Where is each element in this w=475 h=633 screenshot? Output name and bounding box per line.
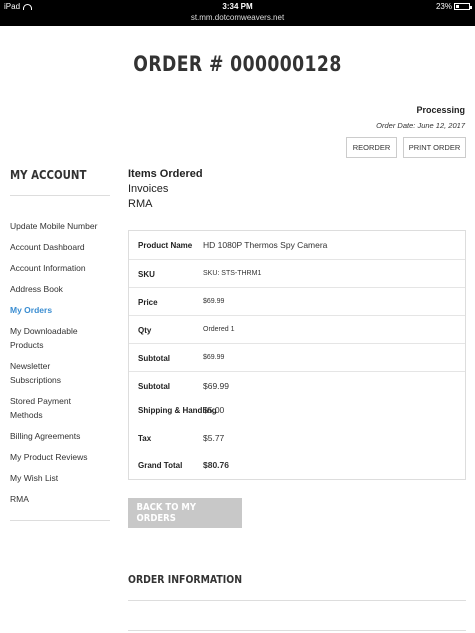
battery-fill <box>456 5 459 8</box>
table-row: Price $69.99 <box>129 288 465 316</box>
price-value: $69.99 <box>203 298 225 305</box>
grand-total-value: $80.76 <box>203 460 229 470</box>
tab-rma[interactable]: RMA <box>128 197 203 212</box>
table-row: Subtotal $69.99 <box>129 344 465 372</box>
sidebar-item-account-dashboard[interactable]: Account Dashboard <box>10 240 120 254</box>
grand-total-label: Grand Total <box>138 461 183 470</box>
sidebar-divider <box>10 195 110 196</box>
back-to-my-orders-button[interactable]: BACK TO MY ORDERS <box>128 498 242 528</box>
order-date: Order Date: June 12, 2017 <box>376 121 465 130</box>
product-name-label: Product Name <box>138 241 193 250</box>
table-row: Product Name HD 1080P Thermos Spy Camera <box>129 231 465 260</box>
section-divider <box>128 630 466 631</box>
sidebar-item-account-information[interactable]: Account Information <box>10 261 120 275</box>
sidebar-item-address-book[interactable]: Address Book <box>10 282 120 296</box>
sidebar-item-my-wish-list[interactable]: My Wish List <box>10 471 120 485</box>
totals-row: Shipping & Handling $5.00 <box>129 400 465 428</box>
row-subtotal-value: $69.99 <box>203 354 225 361</box>
sidebar-item-my-downloadable-products[interactable]: My Downloadable Products <box>10 324 100 352</box>
sidebar-item-my-orders[interactable]: My Orders <box>10 303 120 317</box>
sidebar-item-newsletter-subscriptions[interactable]: Newsletter Subscriptions <box>10 359 90 387</box>
totals-row: Subtotal $69.99 <box>129 372 465 400</box>
tab-items-ordered[interactable]: Items Ordered <box>128 167 203 182</box>
order-items-table: Product Name HD 1080P Thermos Spy Camera… <box>128 230 466 480</box>
product-name-value: HD 1080P Thermos Spy Camera <box>203 240 328 250</box>
sidebar-item-stored-payment-methods[interactable]: Stored Payment Methods <box>10 394 90 422</box>
tab-invoices[interactable]: Invoices <box>128 182 203 197</box>
sidebar-item-my-product-reviews[interactable]: My Product Reviews <box>10 450 120 464</box>
battery-indicator: 23% <box>435 2 472 11</box>
sidebar-item-billing-agreements[interactable]: Billing Agreements <box>10 429 120 443</box>
qty-value: Ordered 1 <box>203 326 235 333</box>
sidebar-item-update-mobile-number[interactable]: Update Mobile Number <box>10 219 120 233</box>
sidebar-title: MY ACCOUNT <box>10 168 87 182</box>
qty-label: Qty <box>138 326 152 335</box>
print-order-button[interactable]: PRINT ORDER <box>403 137 466 158</box>
subtotal-value: $69.99 <box>203 381 229 391</box>
subtotal-label: Subtotal <box>138 382 170 391</box>
reorder-button[interactable]: REORDER <box>346 137 397 158</box>
sku-label: SKU <box>138 270 155 279</box>
order-status: Processing <box>416 105 465 115</box>
battery-percentage: 23% <box>435 2 452 11</box>
table-row: Qty Ordered 1 <box>129 316 465 344</box>
order-date-label: Order Date: <box>376 121 416 130</box>
status-bar: iPad 3:34 PM st.mm.dotcomweavers.net 23% <box>0 0 475 26</box>
totals-row: Tax $5.77 <box>129 428 465 454</box>
order-information-title: ORDER INFORMATION <box>128 573 243 586</box>
back-button-label: BACK TO MY ORDERS <box>136 502 196 524</box>
clock: 3:34 PM <box>222 2 253 11</box>
order-tabs: Items Ordered Invoices RMA <box>128 167 203 212</box>
section-divider <box>128 600 466 601</box>
battery-icon <box>454 3 472 10</box>
sku-value: SKU: STS-THRM1 <box>203 270 262 277</box>
sidebar-item-rma[interactable]: RMA <box>10 492 120 506</box>
sidebar-bottom-divider <box>10 520 110 521</box>
table-row: SKU SKU: STS-THRM1 <box>129 260 465 288</box>
address-bar-url[interactable]: st.mm.dotcomweavers.net <box>0 13 475 22</box>
row-subtotal-label: Subtotal <box>138 354 170 363</box>
account-nav: Update Mobile Number Account Dashboard A… <box>10 219 120 513</box>
tax-label: Tax <box>138 434 152 443</box>
totals-row: Grand Total $80.76 <box>129 454 465 480</box>
price-label: Price <box>138 298 158 307</box>
shipping-value: $5.00 <box>203 405 225 415</box>
order-date-value: June 12, 2017 <box>417 121 465 130</box>
tax-value: $5.77 <box>203 433 225 443</box>
page-title: ORDER # 000000128 <box>133 52 342 76</box>
